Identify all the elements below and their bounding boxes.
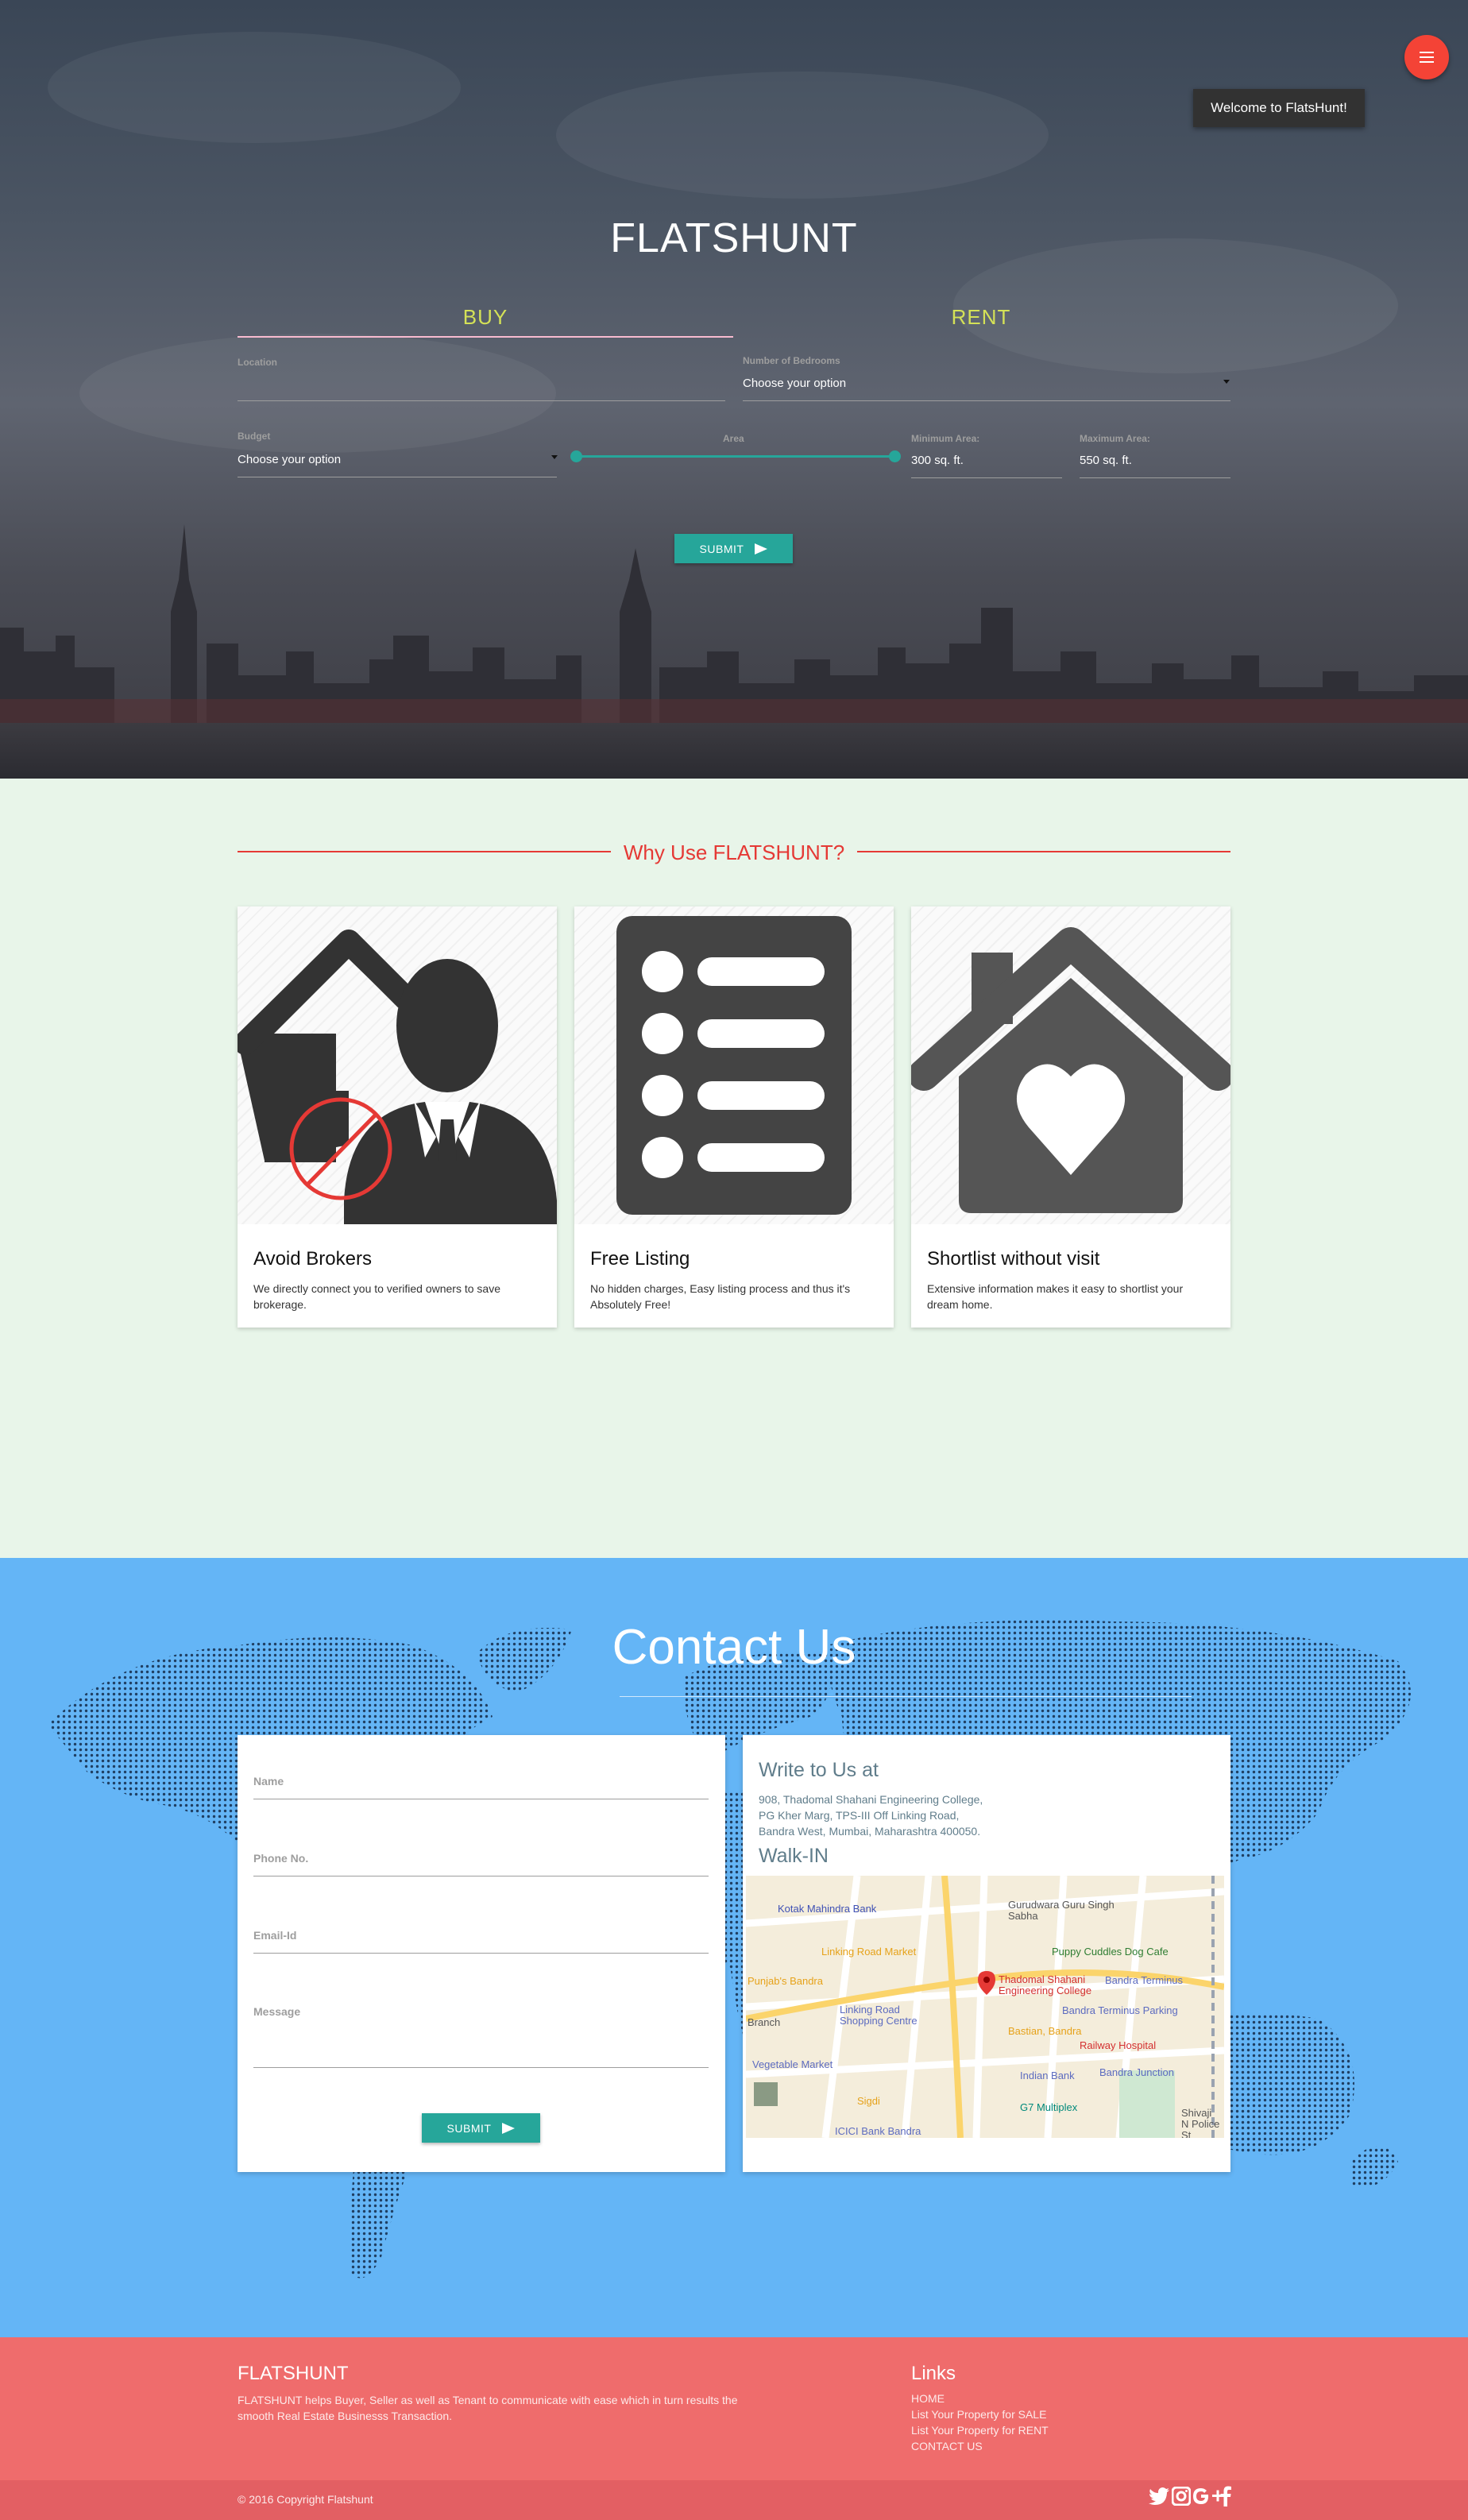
cloud xyxy=(48,32,461,143)
map-label: Sigdi xyxy=(857,2095,880,2107)
send-icon xyxy=(502,2122,516,2134)
card-text: We directly connect you to verified owne… xyxy=(253,1282,501,1311)
tab-rent[interactable]: RENT xyxy=(733,305,1229,330)
twitter-icon[interactable] xyxy=(1149,2485,1169,2507)
list-icon xyxy=(574,906,894,1224)
search-submit-button[interactable]: SUBMIT xyxy=(674,534,793,563)
welcome-toast: Welcome to FlatsHunt! xyxy=(1193,89,1365,127)
email-field[interactable]: Email-Id xyxy=(253,1929,296,1942)
map-label: ICICI Bank Bandra xyxy=(835,2125,921,2137)
min-area-input[interactable]: 300 sq. ft. xyxy=(911,454,964,467)
card-text: Extensive information makes it easy to s… xyxy=(927,1282,1184,1311)
location-map[interactable]: Kotak Mahindra Bank Gurudwara Guru Singh… xyxy=(746,1876,1224,2138)
copyright: © 2016 Copyright Flatshunt xyxy=(238,2493,373,2506)
footer-link-home[interactable]: HOME xyxy=(911,2392,945,2405)
feature-card: Shortlist without visit Extensive inform… xyxy=(911,906,1230,1328)
map-label: Punjab's Bandra xyxy=(748,1975,823,1987)
feature-card: Free Listing No hidden charges, Easy lis… xyxy=(574,906,894,1328)
phone-field[interactable]: Phone No. xyxy=(253,1852,308,1865)
map-label: Bandra Terminus xyxy=(1105,1974,1184,1986)
budget-label: Budget xyxy=(238,431,271,442)
map-label: Bandra Terminus Parking xyxy=(1062,2004,1178,2016)
write-to-us-title: Write to Us at xyxy=(759,1759,879,1781)
map-label: Bastian, Bandra xyxy=(1008,2025,1082,2037)
tab-buy[interactable]: BUY xyxy=(238,305,733,330)
location-label: Location xyxy=(238,357,277,368)
footer-bottom-bar xyxy=(0,2480,1468,2520)
card-title: Avoid Brokers xyxy=(253,1248,372,1270)
cloud xyxy=(79,334,556,453)
map-label: Branch xyxy=(748,2016,781,2028)
tab-indicator xyxy=(238,336,733,338)
footer-brand: FLATSHUNT xyxy=(238,2363,349,2384)
footer-link-rent[interactable]: List Your Property for RENT xyxy=(911,2424,1049,2437)
feature-card: Avoid Brokers We directly connect you to… xyxy=(238,906,557,1328)
email-underline xyxy=(253,1953,709,1954)
card-title: Free Listing xyxy=(590,1248,690,1270)
address-text: 908, Thadomal Shahani Engineering Colleg… xyxy=(759,1791,983,1839)
area-label: Area xyxy=(723,433,744,444)
map-label: Railway Hospital xyxy=(1080,2039,1157,2051)
min-area-underline xyxy=(911,477,1062,478)
cloud xyxy=(556,72,1049,199)
map-label: Bandra Junction xyxy=(1099,2066,1174,2078)
contact-form xyxy=(238,1735,725,2172)
broker-icon xyxy=(238,906,557,1224)
bedrooms-dropdown-icon xyxy=(1223,380,1230,384)
walk-in-title: Walk-IN xyxy=(759,1845,829,1867)
menu-icon xyxy=(1420,52,1434,63)
facebook-icon[interactable] xyxy=(1220,2485,1231,2507)
area-range-slider[interactable] xyxy=(577,455,894,458)
search-submit-label: SUBMIT xyxy=(699,542,744,555)
google-plus-icon[interactable] xyxy=(1192,2485,1224,2507)
card-title: Shortlist without visit xyxy=(927,1248,1100,1270)
min-area-label: Minimum Area: xyxy=(911,433,980,444)
divider xyxy=(620,1696,1192,1697)
bedrooms-label: Number of Bedrooms xyxy=(743,355,840,366)
map-label: Puppy Cuddles Dog Cafe xyxy=(1052,1946,1169,1958)
map-label: Gurudwara Guru Singh Sabha xyxy=(1008,1899,1115,1922)
instagram-icon[interactable] xyxy=(1172,2485,1191,2507)
max-area-label: Maximum Area: xyxy=(1080,433,1150,444)
footer-link-contact[interactable]: CONTACT US xyxy=(911,2440,983,2452)
map-label: Linking Road Shopping Centre xyxy=(840,2004,918,2027)
bedrooms-underline xyxy=(743,400,1230,401)
bedrooms-select[interactable]: Choose your option xyxy=(743,377,846,390)
max-area-input[interactable]: 550 sq. ft. xyxy=(1080,454,1132,467)
contact-submit-label: SUBMIT xyxy=(446,2121,492,2135)
area-min-handle[interactable] xyxy=(570,450,582,462)
water xyxy=(0,723,1468,779)
max-area-underline xyxy=(1080,477,1230,478)
name-field[interactable]: Name xyxy=(253,1775,284,1788)
message-underline xyxy=(253,2067,709,2068)
budget-dropdown-icon xyxy=(551,455,558,459)
map-label: Indian Bank xyxy=(1020,2070,1075,2081)
map-label: Thadomal Shahani Engineering College xyxy=(999,1973,1092,1996)
send-icon xyxy=(755,543,768,555)
footer-links-title: Links xyxy=(911,2363,956,2384)
address-line: Bandra West, Mumbai, Maharashtra 400050. xyxy=(759,1825,981,1838)
why-title: Why Use FLATSHUNT? xyxy=(623,841,845,864)
address-line: 908, Thadomal Shahani Engineering Colleg… xyxy=(759,1793,983,1806)
location-pin-icon xyxy=(978,1971,995,1995)
contact-submit-button[interactable]: SUBMIT xyxy=(422,2113,540,2143)
location-input[interactable] xyxy=(238,400,725,401)
map-label: Vegetable Market xyxy=(752,2058,833,2070)
address-line: PG Kher Marg, TPS-III Off Linking Road, xyxy=(759,1809,960,1822)
map-label: Shivaji N Police St xyxy=(1181,2107,1220,2139)
map-label: G7 Multiplex xyxy=(1020,2101,1078,2113)
map-label: Kotak Mahindra Bank xyxy=(778,1903,877,1915)
footer-description: FLATSHUNT helps Buyer, Seller as well as… xyxy=(238,2394,738,2422)
hero-brand-title: FLATSHUNT xyxy=(610,215,858,261)
contact-title: Contact Us xyxy=(612,1620,856,1675)
house-heart-icon xyxy=(911,906,1230,1224)
area-max-handle[interactable] xyxy=(889,450,901,462)
menu-button[interactable] xyxy=(1404,35,1449,79)
budget-select[interactable]: Choose your option xyxy=(238,453,341,466)
message-field[interactable]: Message xyxy=(253,2005,300,2018)
footer-link-sale[interactable]: List Your Property for SALE xyxy=(911,2408,1046,2421)
map-label: Linking Road Market xyxy=(821,1946,917,1958)
card-text: No hidden charges, Easy listing process … xyxy=(590,1282,851,1311)
